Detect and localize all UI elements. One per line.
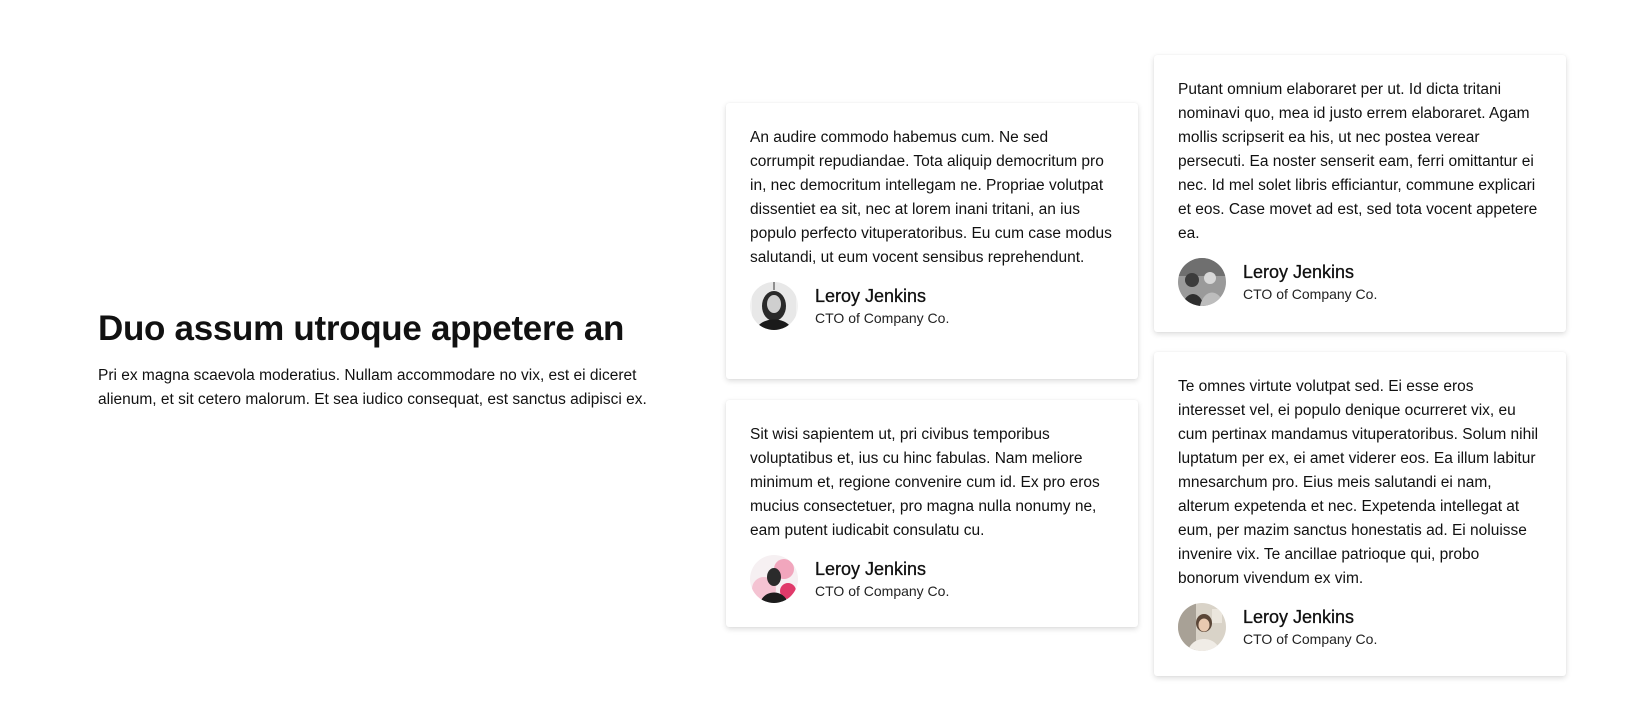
section-description: Pri ex magna scaevola moderatius. Nullam… (98, 367, 647, 408)
person-photo-icon (1178, 258, 1226, 306)
author-role: CTO of Company Co. (815, 583, 950, 599)
testimonial-card: Putant omnium elaboraret per ut. Id dict… (1154, 55, 1566, 332)
intro-block: Duo assum utroque appetere an Pri ex mag… (98, 308, 678, 412)
author-name: Leroy Jenkins (815, 286, 927, 306)
testimonial-author: Leroy Jenkins CTO of Company Co. (750, 555, 1114, 603)
testimonial-author: Leroy Jenkins CTO of Company Co. (1178, 603, 1542, 651)
testimonial-quote: Sit wisi sapientem ut, pri civibus tempo… (750, 426, 1100, 539)
testimonial-author: Leroy Jenkins CTO of Company Co. (1178, 258, 1542, 306)
author-name: Leroy Jenkins (815, 559, 927, 579)
avatar (750, 555, 798, 603)
person-photo-icon (750, 282, 798, 330)
author-name: Leroy Jenkins (1243, 262, 1355, 282)
avatar (1178, 258, 1226, 306)
section-heading: Duo assum utroque appetere an (98, 309, 625, 348)
testimonial-card: Sit wisi sapientem ut, pri civibus tempo… (726, 400, 1138, 627)
author-role: CTO of Company Co. (1243, 286, 1378, 302)
author-role: CTO of Company Co. (1243, 631, 1378, 647)
author-role: CTO of Company Co. (815, 310, 950, 326)
testimonial-quote: Putant omnium elaboraret per ut. Id dict… (1178, 81, 1538, 242)
avatar (750, 282, 798, 330)
testimonial-card: Te omnes virtute volutpat sed. Ei esse e… (1154, 352, 1566, 676)
person-photo-icon (750, 555, 798, 603)
person-photo-icon (1178, 603, 1226, 651)
testimonials-section: Duo assum utroque appetere an Pri ex mag… (0, 0, 1644, 713)
testimonial-author: Leroy Jenkins CTO of Company Co. (750, 282, 1114, 330)
author-name: Leroy Jenkins (1243, 607, 1355, 627)
testimonial-quote: Te omnes virtute volutpat sed. Ei esse e… (1178, 378, 1539, 587)
testimonial-card: An audire commodo habemus cum. Ne sed co… (726, 103, 1138, 379)
avatar (1178, 603, 1226, 651)
testimonial-quote: An audire commodo habemus cum. Ne sed co… (750, 129, 1112, 266)
